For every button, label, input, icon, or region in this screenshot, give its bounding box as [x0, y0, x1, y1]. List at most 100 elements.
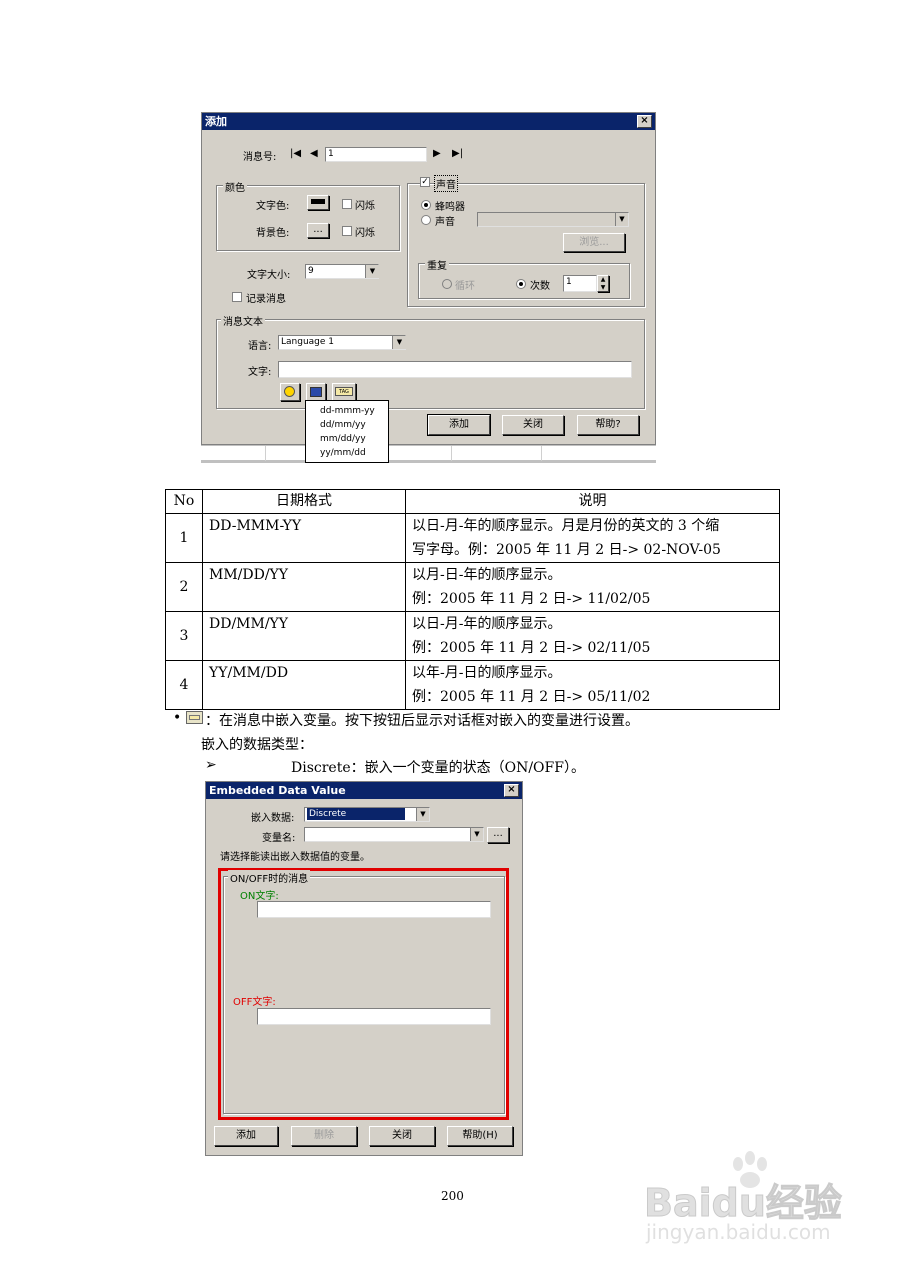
- tag-description: ：在消息中嵌入变量。按下按钮后显示对话框对嵌入的变量进行设置。: [205, 713, 639, 729]
- bg-color-button[interactable]: ...: [307, 223, 329, 238]
- table-row: 4 YY/MM/DD 以年-月-日的顺序显示。 例：2005 年 11 月 2 日…: [165, 660, 780, 710]
- embedded-types-heading: 嵌入的数据类型：: [201, 737, 313, 753]
- header-desc: 说明: [405, 489, 780, 514]
- watermark-url: jingyan.baidu.com: [646, 1220, 831, 1244]
- embed-data-dropdown[interactable]: Discrete ▼: [304, 807, 430, 822]
- date-format-option[interactable]: dd-mmm-yy: [306, 404, 388, 418]
- font-size-arrow[interactable]: ▼: [365, 265, 379, 278]
- cell-no: 3: [165, 611, 203, 661]
- last-icon[interactable]: ▶|: [452, 148, 463, 159]
- table-header-row: No 日期格式 说明: [165, 489, 780, 514]
- cell-format: MM/DD/YY: [202, 562, 406, 612]
- off-text-input[interactable]: [257, 1008, 491, 1025]
- help-button[interactable]: 帮助(H): [447, 1126, 513, 1146]
- variable-browse-button[interactable]: ...: [487, 827, 509, 843]
- sound-checkbox[interactable]: ✓: [420, 177, 430, 187]
- language-dropdown[interactable]: Language 1: [278, 335, 406, 350]
- baidu-watermark: Baidu经验 jingyan.baidu.com: [640, 1150, 860, 1250]
- background-grid-strip: [201, 445, 656, 463]
- page-number: 200: [441, 1189, 464, 1203]
- date-format-table: No 日期格式 说明 1 DD-MMM-YY 以日-月-年的顺序显示。月是月份的…: [165, 489, 780, 710]
- header-no: No: [165, 489, 203, 514]
- color-group-label: 颜色: [223, 179, 247, 194]
- msg-no-input[interactable]: 1: [325, 147, 427, 162]
- count-input[interactable]: 1: [563, 275, 597, 292]
- table-row: 3 DD/MM/YY 以日-月-年的顺序显示。 例：2005 年 11 月 2 日…: [165, 611, 780, 661]
- cell-no: 2: [165, 562, 203, 612]
- buzzer-label: 蜂鸣器: [435, 202, 465, 213]
- date-format-option[interactable]: dd/mm/yy: [306, 418, 388, 432]
- prev-icon[interactable]: ◀: [310, 148, 318, 159]
- on-text-label: ON文字:: [240, 891, 279, 902]
- add-message-dialog: 添加 × 消息号: |◀ ◀ 1 ▶ ▶| 颜色 文字色: 闪烁 背景色: ..…: [201, 112, 656, 445]
- blink-bg-checkbox[interactable]: [342, 226, 352, 236]
- insert-tag-button[interactable]: TAG: [332, 383, 356, 401]
- variable-hint: 请选择能读出嵌入数据值的变量。: [220, 852, 370, 863]
- sound-file-dropdown[interactable]: ▼: [477, 212, 629, 227]
- message-text-group-label: 消息文本: [221, 313, 265, 328]
- close-button[interactable]: 关闭: [369, 1126, 435, 1146]
- discrete-description: Discrete：嵌入一个变量的状态（ON/OFF）。: [291, 760, 585, 776]
- variable-dropdown[interactable]: ▼: [304, 827, 484, 842]
- buzzer-radio[interactable]: [421, 200, 431, 210]
- sound-radio[interactable]: [421, 215, 431, 225]
- message-text-input[interactable]: [278, 361, 632, 378]
- text-label: 文字:: [248, 367, 272, 378]
- blink-text-checkbox[interactable]: [342, 199, 352, 209]
- msg-no-label: 消息号:: [243, 152, 277, 163]
- first-icon[interactable]: |◀: [290, 148, 301, 159]
- table-row: 1 DD-MMM-YY 以日-月-年的顺序显示。月是月份的英文的 3 个缩 写字母…: [165, 513, 780, 563]
- add-button[interactable]: 添加: [427, 414, 491, 436]
- next-icon[interactable]: ▶: [433, 148, 441, 159]
- dialog-titlebar: Embedded Data Value ×: [206, 782, 522, 799]
- text-color-label: 文字色:: [256, 201, 290, 212]
- blink-bg-label: 闪烁: [355, 228, 375, 239]
- sound-group-label: 声音: [434, 175, 458, 192]
- insert-date-button[interactable]: [306, 383, 326, 401]
- header-format: 日期格式: [202, 489, 406, 514]
- text-color-button[interactable]: [307, 195, 329, 210]
- browse-button[interactable]: 浏览...: [563, 233, 625, 252]
- bg-color-label: 背景色:: [256, 228, 290, 239]
- language-arrow[interactable]: ▼: [392, 336, 406, 349]
- table-row: 2 MM/DD/YY 以月-日-年的顺序显示。 例：2005 年 11 月 2 日…: [165, 562, 780, 612]
- insert-time-button[interactable]: [280, 383, 300, 401]
- help-button[interactable]: 帮助?: [577, 415, 639, 435]
- date-format-option[interactable]: mm/dd/yy: [306, 432, 388, 446]
- embedded-data-dialog: Embedded Data Value × 嵌入数据: Discrete ▼ 变…: [205, 781, 523, 1156]
- tag-icon: TAG: [335, 387, 353, 396]
- count-label: 次数: [530, 281, 550, 292]
- list-arrow: ➢: [205, 757, 217, 773]
- log-message-checkbox[interactable]: [232, 292, 242, 302]
- cell-format: YY/MM/DD: [202, 660, 406, 710]
- loop-label: 循环: [455, 281, 475, 292]
- font-size-label: 文字大小:: [247, 270, 291, 281]
- sound-label: 声音: [435, 217, 455, 228]
- onoff-group-label: ON/OFF时的消息: [228, 870, 311, 885]
- log-message-label: 记录消息: [246, 294, 286, 305]
- cell-desc: 以日-月-年的顺序显示。 例：2005 年 11 月 2 日-> 02/11/05: [405, 611, 780, 661]
- embed-data-label: 嵌入数据:: [251, 813, 295, 824]
- cell-no: 1: [165, 513, 203, 563]
- bullet: •: [173, 710, 182, 726]
- on-text-input[interactable]: [257, 901, 491, 918]
- blink-text-label: 闪烁: [355, 201, 375, 212]
- date-format-option[interactable]: yy/mm/dd: [306, 446, 388, 460]
- close-icon[interactable]: ×: [504, 784, 519, 797]
- count-radio[interactable]: [516, 279, 526, 289]
- tag-icon: [186, 711, 203, 724]
- add-button[interactable]: 添加: [214, 1126, 278, 1146]
- variable-label: 变量名:: [262, 833, 296, 844]
- cell-desc: 以年-月-日的顺序显示。 例：2005 年 11 月 2 日-> 05/11/02: [405, 660, 780, 710]
- close-button[interactable]: 关闭: [502, 415, 564, 435]
- off-text-label: OFF文字:: [233, 997, 276, 1008]
- embed-data-value: Discrete: [307, 808, 405, 820]
- language-label: 语言:: [248, 341, 272, 352]
- dialog-titlebar: 添加 ×: [202, 113, 655, 130]
- loop-radio[interactable]: [442, 279, 452, 289]
- delete-button[interactable]: 删除: [291, 1126, 357, 1146]
- count-spinner[interactable]: ▲ ▼: [597, 275, 609, 292]
- cell-no: 4: [165, 660, 203, 710]
- cell-desc: 以月-日-年的顺序显示。 例：2005 年 11 月 2 日-> 11/02/05: [405, 562, 780, 612]
- close-icon[interactable]: ×: [637, 115, 652, 128]
